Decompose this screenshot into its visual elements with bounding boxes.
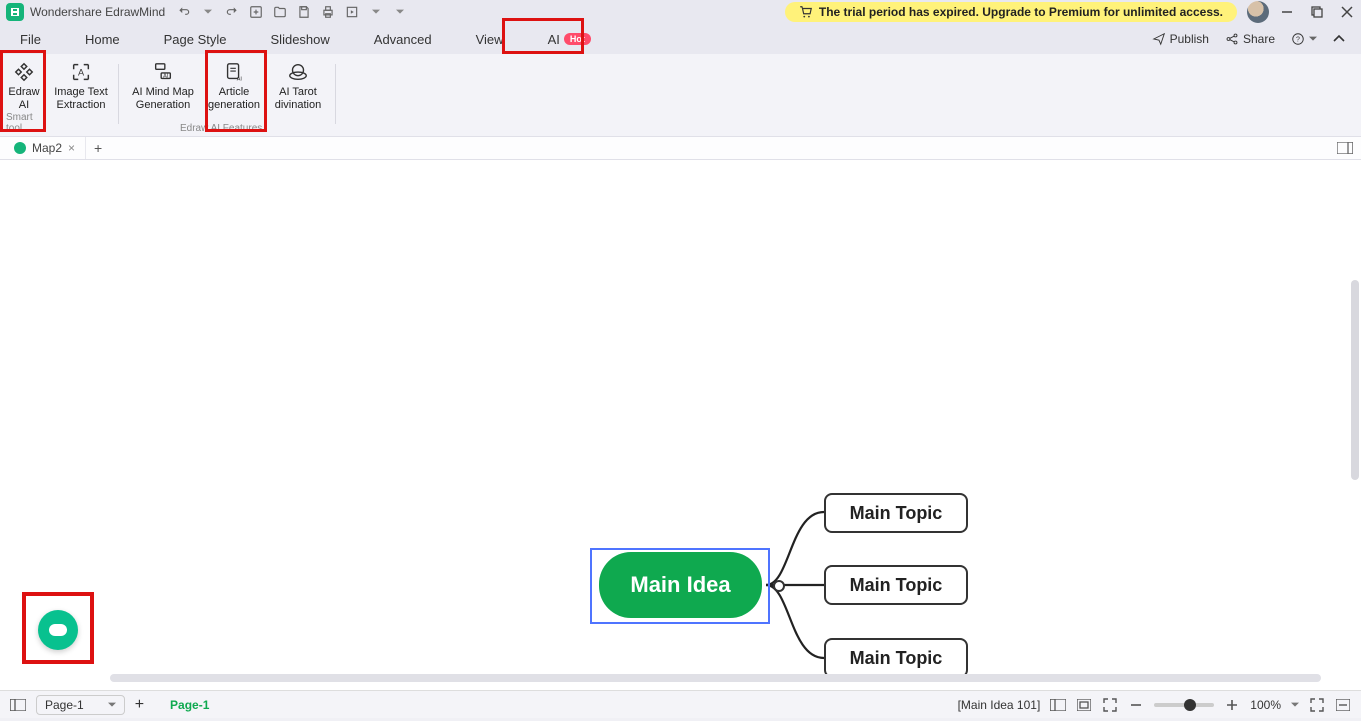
close-button[interactable] — [1339, 4, 1355, 20]
svg-text:A: A — [78, 68, 85, 78]
edraw-ai-icon — [12, 60, 36, 84]
tarot-icon — [286, 60, 310, 84]
edrawmind-logo-icon — [9, 6, 21, 18]
ai-face-icon — [49, 624, 67, 636]
svg-text:AI: AI — [163, 74, 169, 80]
fullscreen-button[interactable] — [1309, 697, 1325, 713]
page-selector-label: Page-1 — [45, 698, 84, 712]
trial-banner[interactable]: The trial period has expired. Upgrade to… — [785, 2, 1237, 22]
share-icon — [1225, 32, 1239, 46]
document-tab-bar: Map2 × + — [0, 136, 1361, 160]
export-dropdown[interactable] — [367, 3, 385, 21]
cart-icon — [799, 5, 813, 19]
zoom-slider-knob[interactable] — [1184, 699, 1196, 711]
qat-more-dropdown[interactable] — [391, 3, 409, 21]
help-icon: ? — [1291, 32, 1305, 46]
image-text-extraction-icon: A — [69, 60, 93, 84]
menu-ai-label: AI — [548, 32, 560, 47]
user-avatar[interactable] — [1247, 1, 1269, 23]
svg-text:?: ? — [1296, 36, 1300, 43]
publish-label: Publish — [1170, 32, 1209, 46]
app-logo — [6, 3, 24, 21]
zoom-percent[interactable]: 100% — [1250, 698, 1281, 712]
redo-button[interactable] — [223, 3, 241, 21]
title-bar: Wondershare EdrawMind The trial period h… — [0, 0, 1361, 24]
panels-icon — [1337, 142, 1353, 154]
menu-bar: File Home Page Style Slideshow Advanced … — [0, 24, 1361, 54]
chevron-down-icon — [1291, 701, 1299, 709]
share-label: Share — [1243, 32, 1275, 46]
publish-icon — [1152, 32, 1166, 46]
canvas[interactable]: Main Idea Main Topic Main Topic Main Top… — [0, 160, 1361, 690]
article-generation-button[interactable]: AI Articlegeneration — [206, 60, 262, 112]
document-tab-label: Map2 — [32, 141, 62, 155]
export-button[interactable] — [343, 3, 361, 21]
undo-dropdown[interactable] — [199, 3, 217, 21]
close-tab-button[interactable]: × — [68, 141, 75, 155]
new-button[interactable] — [247, 3, 265, 21]
chevron-up-icon — [1333, 33, 1345, 45]
svg-text:AI: AI — [237, 76, 243, 82]
document-tab[interactable]: Map2 × — [4, 137, 86, 159]
zoom-slider[interactable] — [1154, 703, 1214, 707]
minimize-button[interactable] — [1279, 4, 1295, 20]
add-page-button[interactable]: + — [135, 696, 144, 714]
root-node[interactable]: Main Idea — [599, 552, 762, 618]
edraw-ai-button[interactable]: EdrawAI — [2, 60, 46, 112]
chevron-down-icon — [108, 701, 116, 709]
ai-assistant-bubble[interactable] — [38, 610, 78, 650]
menu-home[interactable]: Home — [85, 32, 120, 47]
selection-info: [Main Idea 101] — [958, 698, 1041, 712]
menu-file[interactable]: File — [20, 32, 41, 47]
quick-access-toolbar — [175, 3, 409, 21]
root-expand-handle[interactable] — [773, 580, 785, 592]
maximize-button[interactable] — [1309, 4, 1325, 20]
app-title: Wondershare EdrawMind — [30, 5, 165, 19]
print-button[interactable] — [319, 3, 337, 21]
publish-button[interactable]: Publish — [1152, 32, 1209, 46]
topic-node-3[interactable]: Main Topic — [824, 638, 968, 678]
topic-node-1[interactable]: Main Topic — [824, 493, 968, 533]
page-tab[interactable]: Page-1 — [154, 698, 225, 712]
menu-view[interactable]: View — [476, 32, 504, 47]
vertical-scrollbar[interactable] — [1351, 280, 1359, 480]
article-generation-icon: AI — [222, 60, 246, 84]
panels-toggle[interactable] — [1337, 142, 1361, 154]
ai-mind-map-generation-button[interactable]: AI AI Mind MapGeneration — [123, 60, 203, 112]
zoom-out-button[interactable] — [1128, 697, 1144, 713]
share-button[interactable]: Share — [1225, 32, 1275, 46]
ribbon-group-label-1: Smart tool — [6, 112, 48, 134]
menu-ai[interactable]: AI Hot — [548, 32, 591, 47]
page-selector[interactable]: Page-1 — [36, 695, 125, 715]
status-bar: Page-1 + Page-1 [Main Idea 101] 100% — [0, 690, 1361, 718]
ribbon: EdrawAI Smart tool A Image TextExtractio… — [0, 54, 1361, 136]
ai-mindmap-icon: AI — [151, 60, 175, 84]
chevron-down-icon — [1309, 35, 1317, 43]
menu-page-style[interactable]: Page Style — [164, 32, 227, 47]
undo-button[interactable] — [175, 3, 193, 21]
menu-slideshow[interactable]: Slideshow — [271, 32, 330, 47]
collapse-ribbon-button[interactable] — [1333, 33, 1345, 45]
view-mode-2[interactable] — [1076, 697, 1092, 713]
hot-badge: Hot — [564, 33, 591, 45]
mindmap-connectors — [760, 492, 830, 678]
view-mode-1[interactable] — [1050, 697, 1066, 713]
zoom-in-button[interactable] — [1224, 697, 1240, 713]
horizontal-scrollbar[interactable] — [110, 674, 1321, 682]
open-button[interactable] — [271, 3, 289, 21]
ribbon-group-label-2: Edraw AI Features — [180, 123, 262, 134]
image-text-extraction-button[interactable]: A Image TextExtraction — [49, 60, 113, 112]
ai-tarot-divination-button[interactable]: AI Tarotdivination — [266, 60, 330, 112]
topic-node-2[interactable]: Main Topic — [824, 565, 968, 605]
fit-page-button[interactable] — [1102, 697, 1118, 713]
trial-banner-text: The trial period has expired. Upgrade to… — [819, 5, 1223, 19]
menu-advanced[interactable]: Advanced — [374, 32, 432, 47]
add-tab-button[interactable]: + — [86, 140, 110, 156]
map-icon — [14, 142, 26, 154]
help-button[interactable]: ? — [1291, 32, 1317, 46]
minimize-panel-button[interactable] — [1335, 697, 1351, 713]
save-button[interactable] — [295, 3, 313, 21]
outline-toggle[interactable] — [10, 697, 26, 713]
